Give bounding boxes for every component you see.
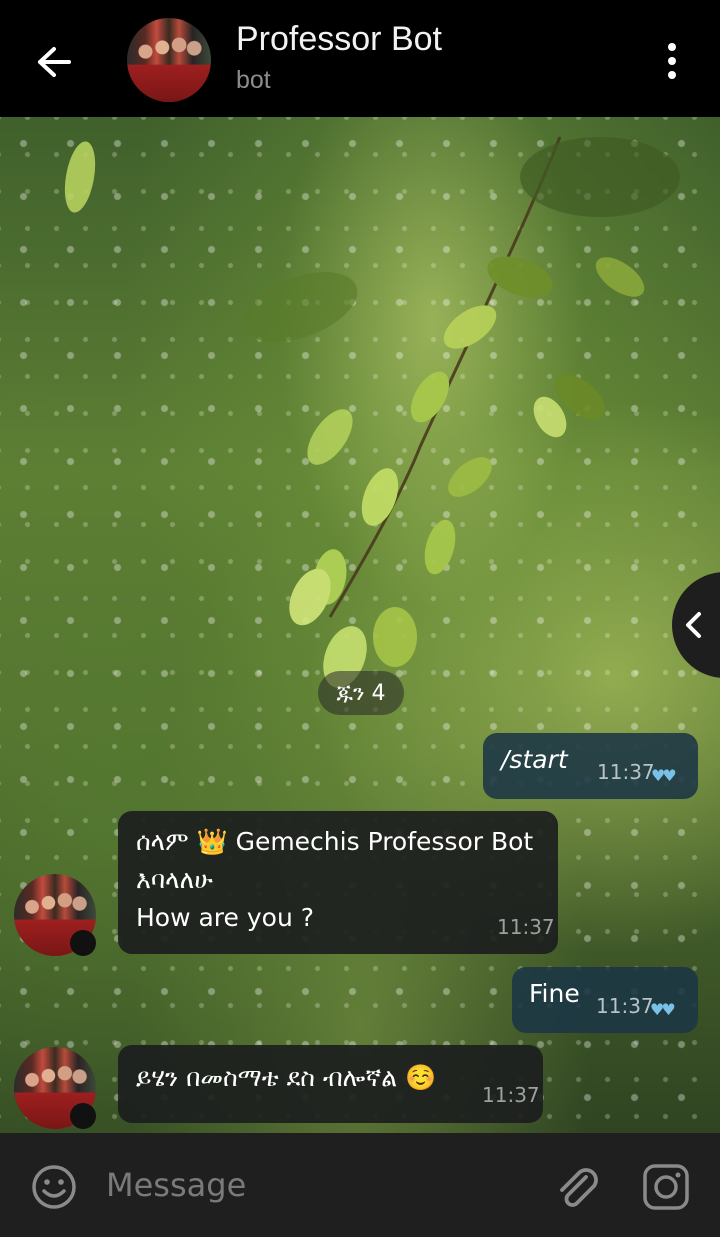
arrow-left-icon bbox=[38, 47, 71, 77]
message-bubble-incoming[interactable]: ሰላም 👑 Gemechis Professor Bot እባላለሁ How a… bbox=[118, 811, 558, 954]
chat-title[interactable]: Professor Bot bbox=[236, 20, 442, 59]
side-panel-toggle[interactable] bbox=[672, 572, 720, 678]
avatar-status-dot bbox=[70, 1103, 96, 1129]
message-text: /start bbox=[501, 745, 568, 774]
message-time: 11:37 bbox=[597, 760, 655, 784]
instagram-camera-icon bbox=[643, 1164, 689, 1210]
message-time: 11:37 bbox=[482, 1083, 540, 1107]
more-vertical-icon bbox=[668, 43, 676, 51]
message-input[interactable] bbox=[104, 1159, 528, 1211]
chat-subtitle: bot bbox=[236, 66, 271, 94]
avatar-status-dot bbox=[70, 930, 96, 956]
camera-button[interactable] bbox=[642, 1163, 690, 1211]
chevron-left-icon bbox=[686, 612, 701, 638]
bot-avatar[interactable] bbox=[127, 18, 211, 102]
message-bubble-outgoing[interactable]: /start 11:37 ♥♥ bbox=[483, 733, 698, 799]
emoji-button[interactable] bbox=[30, 1163, 78, 1211]
attach-button[interactable] bbox=[550, 1161, 602, 1213]
smiley-icon bbox=[32, 1165, 76, 1209]
message-text: Fine bbox=[529, 979, 580, 1008]
message-text: ሰላም 👑 Gemechis Professor Bot እባላለሁ How a… bbox=[136, 827, 534, 932]
message-input-bar bbox=[0, 1133, 720, 1237]
message-bubble-outgoing[interactable]: Fine 11:37 ♥♥ bbox=[512, 967, 698, 1033]
double-check-icon: ♥♥ bbox=[650, 1000, 676, 1019]
double-check-icon: ♥♥ bbox=[651, 766, 677, 785]
date-separator: ጁን 4 bbox=[318, 671, 404, 715]
message-text: ይሄን በመስማቴ ደስ ብሎኛል ☺️ bbox=[136, 1063, 437, 1092]
back-button[interactable] bbox=[26, 34, 82, 90]
more-options-button[interactable] bbox=[650, 36, 694, 86]
message-time: 11:37 bbox=[497, 915, 555, 939]
chat-area[interactable]: ጁን 4 /start 11:37 ♥♥ ሰላም 👑 Gemechis Prof… bbox=[0, 117, 720, 1133]
chat-header: Professor Bot bot bbox=[0, 0, 720, 117]
paperclip-icon bbox=[560, 1168, 598, 1207]
message-time: 11:37 bbox=[596, 994, 654, 1018]
message-bubble-incoming[interactable]: ይሄን በመስማቴ ደስ ብሎኛል ☺️ 11:37 bbox=[118, 1045, 543, 1123]
